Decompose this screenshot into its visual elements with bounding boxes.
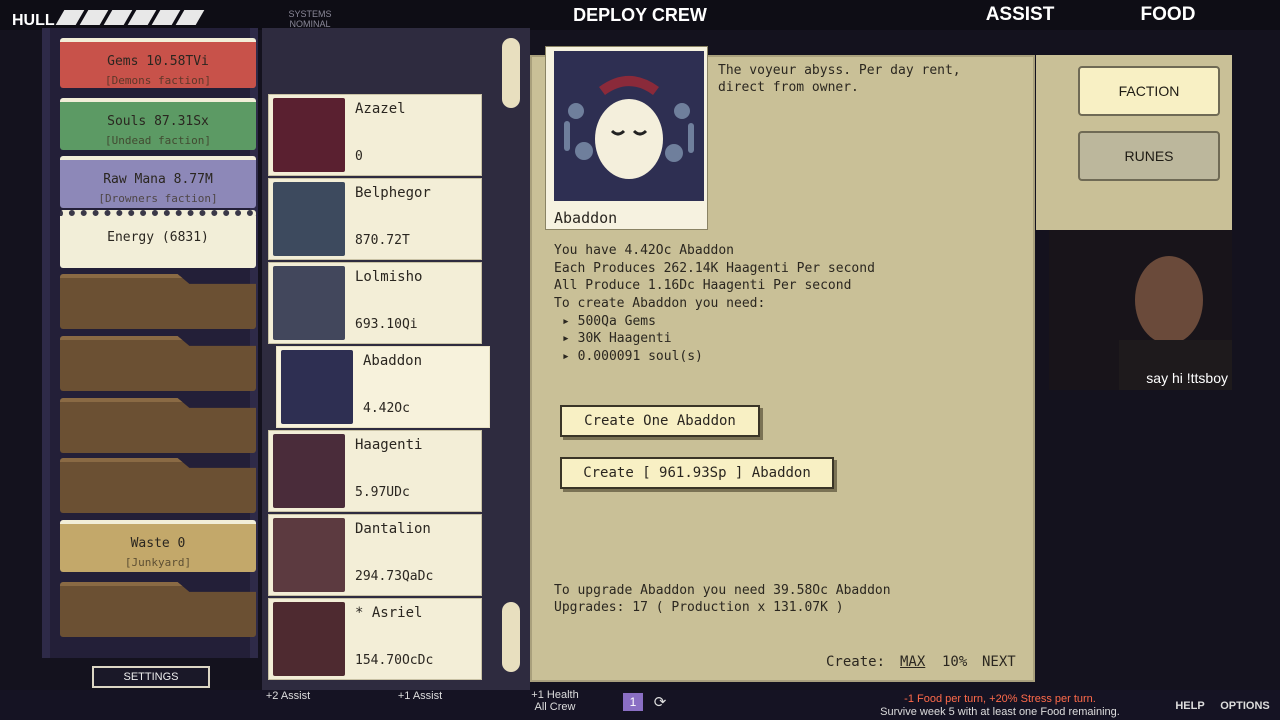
upgrade-requirement: To upgrade Abaddon you need 39.58Oc Abad… bbox=[554, 583, 891, 598]
create-mode-10pct[interactable]: 10% bbox=[942, 654, 967, 670]
monster-card[interactable]: Azazel 0 bbox=[268, 94, 482, 176]
create-one-button[interactable]: Create One Abaddon bbox=[560, 405, 760, 437]
empty-folder bbox=[60, 582, 256, 637]
create-mode-label: Create: bbox=[826, 654, 886, 670]
requirement-item: ▸ 0.000091 soul(s) bbox=[562, 349, 703, 364]
faction-button[interactable]: FACTION bbox=[1078, 66, 1220, 116]
faction-waste-label: Waste 0 bbox=[130, 536, 186, 551]
monster-portrait bbox=[273, 434, 345, 508]
faction-waste[interactable]: Waste 0 [Junkyard] bbox=[60, 520, 256, 572]
monster-list: Azazel 0 Belphegor 870.72T Lolmisho 693.… bbox=[262, 28, 530, 693]
requirement-item: ▸ 500Qa Gems bbox=[562, 314, 656, 329]
monster-name: Belphegor bbox=[355, 185, 431, 201]
monster-name: Dantalion bbox=[355, 521, 431, 537]
runes-button[interactable]: RUNES bbox=[1078, 131, 1220, 181]
faction-energy-label: Energy (6831) bbox=[107, 230, 209, 245]
faction-gems-label: Gems 10.58TVi bbox=[107, 54, 209, 69]
faction-mana[interactable]: Raw Mana 8.77M [Drowners faction] bbox=[60, 156, 256, 208]
empty-folder bbox=[60, 336, 256, 391]
scroll-up-handle[interactable] bbox=[502, 38, 520, 108]
options-button[interactable]: OPTIONS bbox=[1215, 700, 1275, 712]
faction-gems[interactable]: Gems 10.58TVi [Demons faction] bbox=[60, 38, 256, 88]
production-each: Each Produces 262.14K Haagenti Per secon… bbox=[554, 261, 875, 276]
monster-portrait bbox=[273, 518, 345, 592]
food-tab[interactable]: FOOD bbox=[1120, 4, 1216, 26]
owned-count: You have 4.42Oc Abaddon bbox=[554, 243, 735, 258]
page-title: DEPLOY CREW bbox=[573, 5, 707, 25]
scroll-down-handle[interactable] bbox=[502, 602, 520, 672]
refresh-icon[interactable]: ⟳ bbox=[650, 692, 670, 712]
monster-portrait bbox=[273, 602, 345, 676]
help-button[interactable]: HELP bbox=[1170, 700, 1210, 712]
faction-souls[interactable]: Souls 87.31Sx [Undead faction] bbox=[60, 98, 256, 150]
monster-card[interactable]: Dantalion 294.73QaDc bbox=[268, 514, 482, 596]
webcam-overlay bbox=[1049, 230, 1232, 390]
monster-name: Abaddon bbox=[363, 353, 423, 369]
monster-count: 870.72T bbox=[355, 233, 410, 248]
monster-count: 154.70OcDc bbox=[355, 653, 434, 668]
faction-mana-label: Raw Mana 8.77M bbox=[103, 172, 213, 187]
monster-card[interactable]: Lolmisho 693.10Qi bbox=[268, 262, 482, 344]
faction-gems-sub: [Demons faction] bbox=[105, 74, 211, 87]
systems-status: SYSTEMS NOMINAL bbox=[288, 9, 332, 29]
abaddon-portrait bbox=[554, 51, 704, 201]
faction-mana-sub: [Drowners faction] bbox=[98, 192, 218, 205]
faction-waste-sub: [Junkyard] bbox=[124, 556, 192, 569]
monster-count: 294.73QaDc bbox=[355, 569, 434, 584]
hull-meter bbox=[55, 10, 205, 25]
create-mode-next[interactable]: NEXT bbox=[982, 654, 1016, 670]
assist-tab[interactable]: ASSIST bbox=[970, 4, 1070, 26]
monster-card[interactable]: Haagenti 5.97UDc bbox=[268, 430, 482, 512]
assist-bonus: +1 Assist bbox=[397, 690, 443, 702]
monster-card[interactable]: Belphegor 870.72T bbox=[268, 178, 482, 260]
portrait-name: Abaddon bbox=[554, 209, 618, 227]
requirement-item: ▸ 30K Haagenti bbox=[562, 331, 672, 346]
monster-name: * Asriel bbox=[355, 605, 423, 621]
monster-count: 693.10Qi bbox=[355, 317, 418, 332]
monster-name: Azazel bbox=[355, 101, 406, 117]
monster-name: Lolmisho bbox=[355, 269, 423, 285]
monster-count: 0 bbox=[355, 149, 363, 164]
monster-card-selected[interactable]: Abaddon 4.42Oc bbox=[276, 346, 490, 428]
empty-folder bbox=[60, 458, 256, 513]
webcam-caption: say hi !ttsboy bbox=[1146, 370, 1228, 386]
assist-bonus: +2 Assist bbox=[265, 690, 311, 702]
monster-portrait bbox=[273, 98, 345, 172]
monster-description: The voyeur abyss. Per day rent, direct f… bbox=[718, 63, 961, 95]
status-goal: Survive week 5 with at least one Food re… bbox=[880, 706, 1120, 718]
health-bonus: +1 Health All Crew bbox=[531, 689, 579, 713]
requirements-title: To create Abaddon you need: bbox=[554, 296, 766, 311]
portrait-card: Abaddon bbox=[545, 46, 708, 230]
monster-count: 5.97UDc bbox=[355, 485, 410, 500]
monster-count: 4.42Oc bbox=[363, 401, 410, 416]
faction-souls-label: Souls 87.31Sx bbox=[107, 114, 209, 129]
upgrade-count: Upgrades: 17 ( Production x 131.07K ) bbox=[554, 600, 844, 615]
faction-energy[interactable]: Energy (6831) bbox=[60, 210, 256, 268]
monster-name: Haagenti bbox=[355, 437, 423, 453]
status-warning: -1 Food per turn, +20% Stress per turn. bbox=[904, 693, 1096, 705]
faction-souls-sub: [Undead faction] bbox=[105, 134, 211, 147]
monster-portrait bbox=[281, 350, 353, 424]
create-max-button[interactable]: Create [ 961.93Sp ] Abaddon bbox=[560, 457, 834, 489]
monster-portrait bbox=[273, 266, 345, 340]
empty-folder bbox=[60, 398, 256, 453]
production-all: All Produce 1.16Dc Haagenti Per second bbox=[554, 278, 852, 293]
monster-portrait bbox=[273, 182, 345, 256]
empty-folder bbox=[60, 274, 256, 329]
monster-card[interactable]: * Asriel 154.70OcDc bbox=[268, 598, 482, 680]
turn-badge: 1 bbox=[623, 693, 643, 711]
create-mode-max[interactable]: MAX bbox=[900, 654, 925, 670]
settings-button[interactable]: SETTINGS bbox=[92, 666, 210, 688]
faction-column: Gems 10.58TVi [Demons faction] Souls 87.… bbox=[42, 28, 258, 658]
